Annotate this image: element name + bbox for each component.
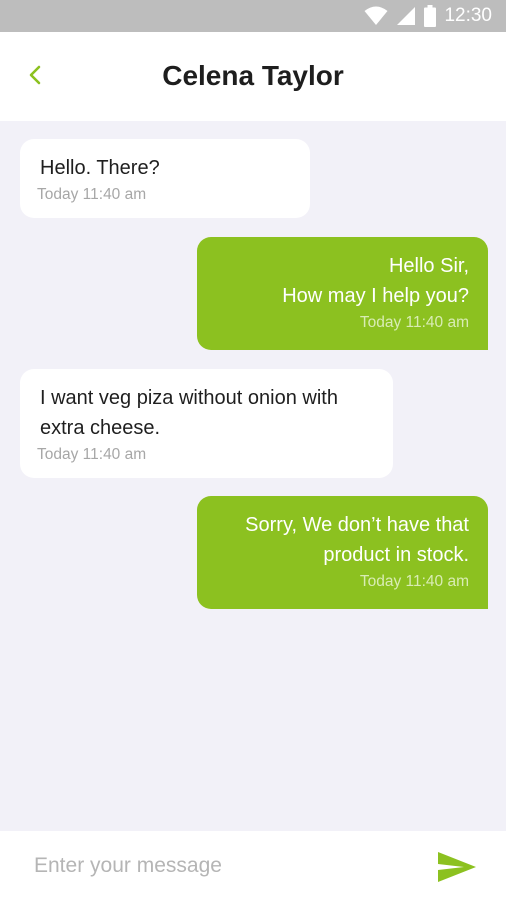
contact-name: Celena Taylor: [162, 60, 344, 91]
wifi-icon: [364, 6, 388, 25]
message-text: I want veg piza without onion with extra…: [40, 387, 338, 439]
message-bubble-outgoing: Hello Sir, How may I help you? Today 11:…: [197, 237, 488, 350]
message-text: Hello. There?: [40, 157, 160, 179]
message-timestamp: Today 11:40 am: [359, 314, 469, 331]
message-timestamp: Today 11:40 am: [359, 573, 469, 590]
status-icons: 12:30: [364, 0, 492, 32]
message-bubble-outgoing: Sorry, We don’t have that product in sto…: [197, 496, 488, 609]
battery-icon: [424, 5, 437, 27]
app-header: Celena Taylor: [0, 32, 506, 121]
message-timestamp: Today 11:40 am: [37, 186, 147, 203]
status-bar: 12:30: [0, 0, 506, 32]
message-bubble-incoming: Hello. There? Today 11:40 am: [20, 139, 310, 218]
message-composer: [0, 831, 506, 900]
send-icon: [438, 852, 476, 882]
message-bubble-incoming: I want veg piza without onion with extra…: [20, 369, 393, 478]
status-time: 12:30: [444, 5, 492, 26]
cellular-signal-icon: [397, 7, 416, 25]
message-text: Hello Sir, How may I help you?: [282, 255, 469, 307]
message-text: Sorry, We don’t have that product in sto…: [245, 514, 469, 566]
send-button[interactable]: [436, 849, 478, 885]
message-timestamp: Today 11:40 am: [37, 446, 147, 463]
message-input[interactable]: [34, 847, 414, 885]
chat-messages[interactable]: Hello. There? Today 11:40 am Hello Sir, …: [0, 121, 506, 831]
